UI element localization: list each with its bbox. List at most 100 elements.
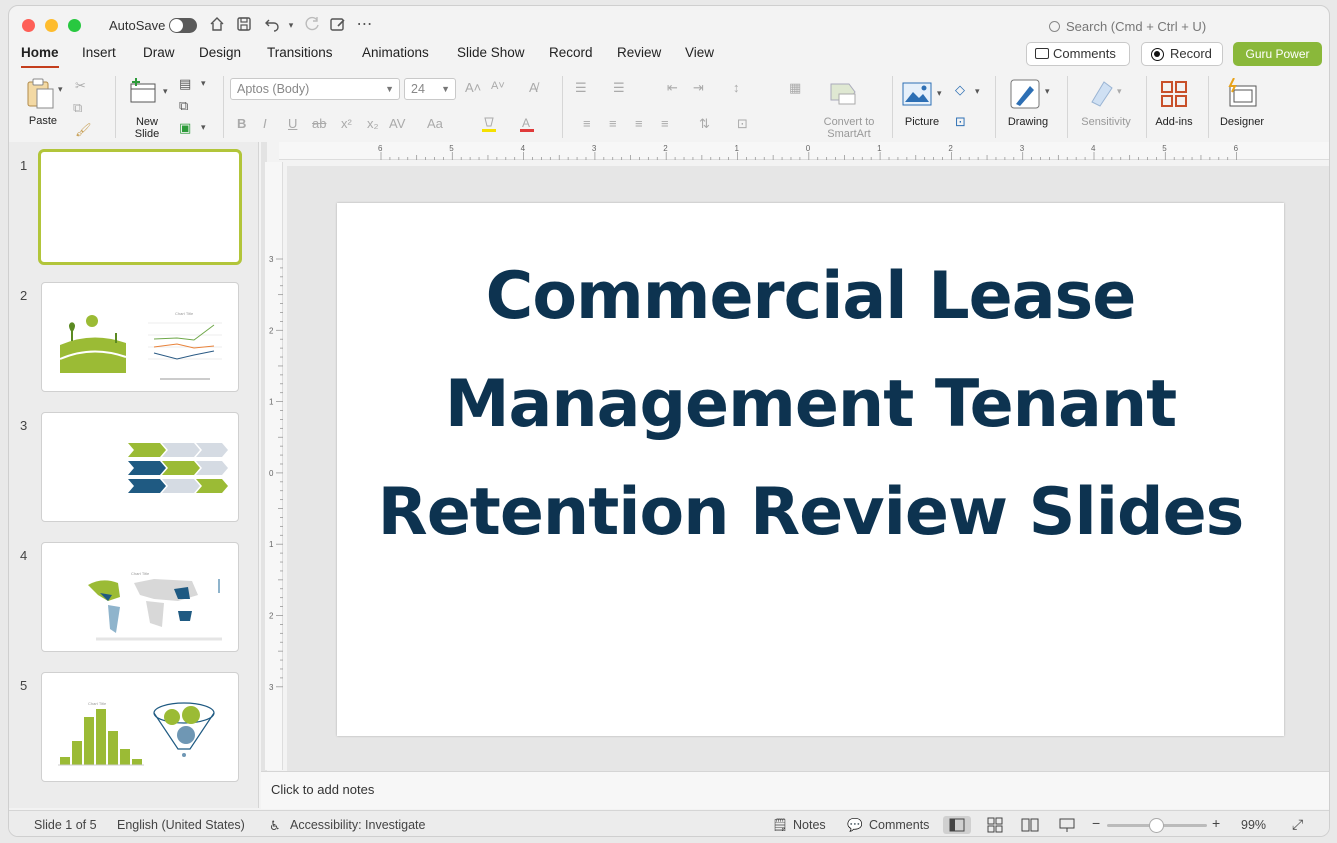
sensitivity-dropdown-icon[interactable]: ▾	[1117, 86, 1122, 97]
tab-insert[interactable]: Insert	[82, 44, 116, 68]
tab-design[interactable]: Design	[199, 44, 241, 68]
clear-format-icon[interactable]: A̸	[529, 80, 538, 95]
copy-icon[interactable]: ⧉	[73, 100, 82, 116]
reset-icon[interactable]: ⧉	[179, 98, 188, 114]
strikethrough-icon[interactable]: ab	[312, 116, 326, 131]
section-dropdown-icon[interactable]: ▾	[201, 122, 206, 133]
underline-icon[interactable]: U	[288, 116, 297, 131]
paste-icon[interactable]	[25, 76, 55, 110]
comments-status-icon[interactable]: 💬	[847, 818, 863, 833]
change-case-icon[interactable]: Aa	[427, 116, 443, 131]
home-icon[interactable]	[208, 16, 226, 34]
new-slide-dropdown-icon[interactable]: ▾	[163, 86, 168, 97]
tab-review[interactable]: Review	[617, 44, 661, 68]
slideshow-view-button[interactable]	[1053, 816, 1081, 834]
zoom-out-icon[interactable]: −	[1092, 815, 1100, 831]
numbering-icon[interactable]: ☰	[613, 80, 625, 96]
close-window-button[interactable]	[22, 19, 35, 32]
columns-icon[interactable]: ▦	[789, 80, 801, 96]
slide-thumbnail-4[interactable]: Chart Title	[41, 542, 239, 652]
new-slide-icon[interactable]	[128, 78, 158, 106]
slide-thumbnail-2[interactable]: Chart Title	[41, 282, 239, 392]
maximize-window-button[interactable]	[68, 19, 81, 32]
zoom-level[interactable]: 99%	[1241, 818, 1266, 832]
comments-status-button[interactable]: Comments	[869, 818, 929, 832]
tab-animations[interactable]: Animations	[362, 44, 429, 68]
zoom-in-icon[interactable]: +	[1212, 815, 1220, 831]
drawing-icon[interactable]	[1010, 78, 1040, 110]
justify-icon[interactable]: ≡	[661, 116, 669, 131]
increase-font-icon[interactable]: A˄	[465, 80, 481, 95]
bold-icon[interactable]: B	[237, 116, 246, 131]
text-direction-icon[interactable]: ⇅	[699, 116, 710, 132]
subscript-icon[interactable]: x₂	[367, 116, 379, 131]
align-right-icon[interactable]: ≡	[635, 116, 643, 131]
format-painter-icon[interactable]: 🖌	[75, 122, 92, 138]
align-left-icon[interactable]: ≡	[583, 116, 591, 131]
comments-button[interactable]: Comments	[1026, 42, 1130, 66]
font-size-select[interactable]: 24 ▼	[404, 78, 456, 100]
decrease-indent-icon[interactable]: ⇤	[667, 80, 678, 96]
minimize-window-button[interactable]	[45, 19, 58, 32]
paste-dropdown-icon[interactable]: ▾	[58, 84, 63, 95]
line-spacing-icon[interactable]: ↕	[733, 80, 740, 95]
normal-view-button[interactable]	[943, 816, 971, 834]
decrease-font-icon[interactable]: A˅	[491, 80, 505, 92]
align-text-icon[interactable]: ⊡	[737, 116, 748, 132]
shapes-icon[interactable]: ◇	[955, 82, 965, 98]
slide-sorter-button[interactable]	[981, 816, 1009, 834]
font-name-select[interactable]: Aptos (Body) ▼	[230, 78, 400, 100]
guru-power-button[interactable]: Guru Power	[1233, 42, 1322, 66]
textbox-icon[interactable]: ⊡	[955, 114, 966, 130]
slide-thumbnail-1[interactable]	[38, 149, 242, 265]
autosave-toggle[interactable]	[169, 18, 197, 33]
bullets-icon[interactable]: ☰	[575, 80, 587, 96]
undo-icon[interactable]	[263, 16, 281, 34]
customize-icon[interactable]	[329, 16, 347, 34]
record-button[interactable]: Record	[1141, 42, 1223, 66]
italic-icon[interactable]: I	[263, 116, 267, 131]
current-slide[interactable]: Commercial Lease Management Tenant Reten…	[337, 203, 1284, 736]
accessibility-icon[interactable]: ♿	[269, 818, 281, 834]
slide-thumbnail-5[interactable]: Chart Title	[41, 672, 239, 782]
save-icon[interactable]	[235, 16, 253, 34]
superscript-icon[interactable]: x²	[341, 116, 352, 131]
align-center-icon[interactable]: ≡	[609, 116, 617, 131]
designer-icon[interactable]	[1226, 77, 1258, 108]
cut-icon[interactable]: ✂	[75, 78, 86, 94]
picture-dropdown-icon[interactable]: ▾	[937, 88, 942, 99]
reading-view-button[interactable]	[1016, 816, 1044, 834]
fit-slide-icon[interactable]: ⤢	[1292, 816, 1303, 833]
notes-icon[interactable]: 🗒	[772, 818, 788, 833]
font-color-icon[interactable]: A	[519, 116, 535, 134]
tab-view[interactable]: View	[685, 44, 714, 68]
section-icon[interactable]: ▣	[179, 120, 191, 136]
highlight-icon[interactable]	[481, 116, 497, 134]
more-icon[interactable]: ⋯	[356, 16, 374, 34]
tab-transitions[interactable]: Transitions	[267, 44, 333, 68]
notes-pane[interactable]: Click to add notes	[261, 771, 1329, 809]
character-spacing-icon[interactable]: AV	[389, 116, 405, 131]
slide-thumbnail-3[interactable]	[41, 412, 239, 522]
search-box[interactable]: Search (Cmd + Ctrl + U)	[1049, 19, 1206, 34]
slide-title[interactable]: Commercial Lease Management Tenant Reten…	[377, 243, 1245, 567]
smartart-icon[interactable]	[829, 80, 859, 106]
picture-icon[interactable]	[902, 82, 932, 106]
accessibility-status[interactable]: Accessibility: Investigate	[290, 818, 425, 832]
increase-indent-icon[interactable]: ⇥	[693, 80, 704, 96]
tab-home[interactable]: Home	[21, 44, 59, 68]
layout-icon[interactable]: ▤	[179, 76, 191, 92]
tab-record[interactable]: Record	[549, 44, 593, 68]
addins-icon[interactable]	[1160, 80, 1188, 108]
tab-slide-show[interactable]: Slide Show	[457, 44, 525, 68]
drawing-dropdown-icon[interactable]: ▾	[1045, 86, 1050, 97]
sensitivity-icon[interactable]	[1088, 78, 1116, 108]
tab-draw[interactable]: Draw	[143, 44, 175, 68]
layout-dropdown-icon[interactable]: ▾	[201, 78, 206, 89]
zoom-slider-handle[interactable]	[1149, 818, 1164, 833]
shapes-dropdown-icon[interactable]: ▾	[975, 86, 980, 97]
language[interactable]: English (United States)	[117, 818, 245, 832]
notes-button[interactable]: Notes	[793, 818, 826, 832]
undo-dropdown-icon[interactable]: ▾	[282, 16, 300, 34]
redo-icon[interactable]	[303, 16, 321, 34]
